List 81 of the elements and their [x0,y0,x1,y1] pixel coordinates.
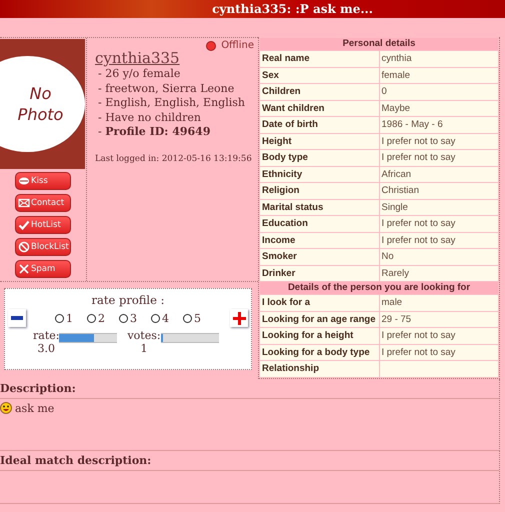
detail-label: Relationship [260,361,378,376]
detail-value: No [380,249,498,264]
detail-label: Date of birth [260,117,378,132]
rating-radio[interactable] [55,314,64,322]
rating-option-label: 4 [162,312,169,324]
detail-value: 0 [380,84,498,100]
detail-label: Want children [260,100,378,116]
username-link[interactable]: cynthia335 [95,49,254,67]
rating-radio[interactable] [183,314,192,322]
detail-label: Religion [260,183,378,198]
detail-label: Looking for an age range [260,312,378,327]
detail-label: Real name [260,51,378,66]
detail-value: Single [380,200,498,215]
detail-value: cynthia [380,51,498,66]
kiss-button[interactable]: Kiss [15,172,71,190]
rate-bar [59,333,118,343]
detail-value: I prefer not to say [380,232,498,248]
minus-button[interactable] [8,309,26,327]
section-header: Details of the person you are looking for [260,282,498,294]
detail-label: Height [260,134,378,149]
rating-radio[interactable] [119,314,128,322]
detail-value: I prefer not to say [380,344,498,360]
plus-button[interactable] [230,309,248,327]
detail-value: I prefer not to say [380,150,498,166]
no-photo-text: No Photo [16,83,64,125]
blocklist-button[interactable]: BlockList [15,238,71,256]
detail-value: Christian [380,183,498,198]
contact-icon [18,197,30,209]
spam-button[interactable]: Spam [15,260,71,278]
detail-label: Looking for a body type [260,344,378,360]
rating-radio[interactable] [87,314,96,322]
status-text: Offline [221,40,254,51]
rating-radio[interactable] [151,314,160,322]
smiley-icon [0,402,12,414]
detail-value: African [380,166,498,182]
detail-label: Ethnicity [260,166,378,182]
detail-value: 1986 - May - 6 [380,117,498,132]
detail-value: I prefer not to say [380,216,498,232]
detail-value: I prefer not to say [380,134,498,149]
detail-value: I prefer not to say [380,328,498,344]
description-text: ask me [15,402,54,414]
detail-label: Children [260,84,378,100]
votes-label: votes: [127,329,161,342]
detail-label: Income [260,232,378,248]
detail-value: Maybe [380,100,498,116]
detail-label: Marital status [260,200,378,215]
minus-icon [11,316,23,320]
section-header: Personal details [260,38,498,50]
rating-option-label: 1 [66,312,73,324]
rating-title: rate profile : [92,293,164,307]
detail-value: 29 - 75 [380,312,498,327]
profile-fact: - Profile ID: 49649 [97,125,212,140]
detail-value: Rarely [380,266,498,281]
detail-label: I look for a [260,295,378,310]
ideal-match-heading: Ideal match description: [0,450,499,470]
detail-label: Education [260,216,378,232]
description-heading: Description: [0,378,499,398]
profile-fact: - freetwon, Sierra Leone [97,82,236,96]
detail-label: Body type [260,150,378,166]
votes-value: 1 [140,342,148,355]
last-login-text: Last logged in: 2012-05-16 13:19:56 [95,154,253,164]
detail-value: female [380,68,498,83]
profile-fact: - 26 y/o female [97,67,182,82]
rating-option-label: 3 [130,312,137,324]
plus-icon [232,312,246,324]
detail-label: Sex [260,68,378,83]
profile-fact: - English, English, English [97,96,246,110]
profile-fact: - Have no children [97,110,202,125]
votes-bar [160,333,219,343]
detail-label: Looking for a height [260,328,378,344]
hotlist-button[interactable]: HotList [15,216,71,234]
rate-label: rate: [33,329,60,342]
detail-label: Smoker [260,249,378,264]
rating-option-label: 5 [194,312,201,324]
detail-value: male [380,295,498,310]
contact-button[interactable]: Contact [15,194,71,212]
detail-label: Drinker [260,266,378,281]
rate-value: 3.0 [37,342,55,355]
window-title: cynthia335: :P ask me... [0,0,505,18]
blocklist-icon [18,241,30,253]
rating-option-label: 2 [98,312,105,324]
